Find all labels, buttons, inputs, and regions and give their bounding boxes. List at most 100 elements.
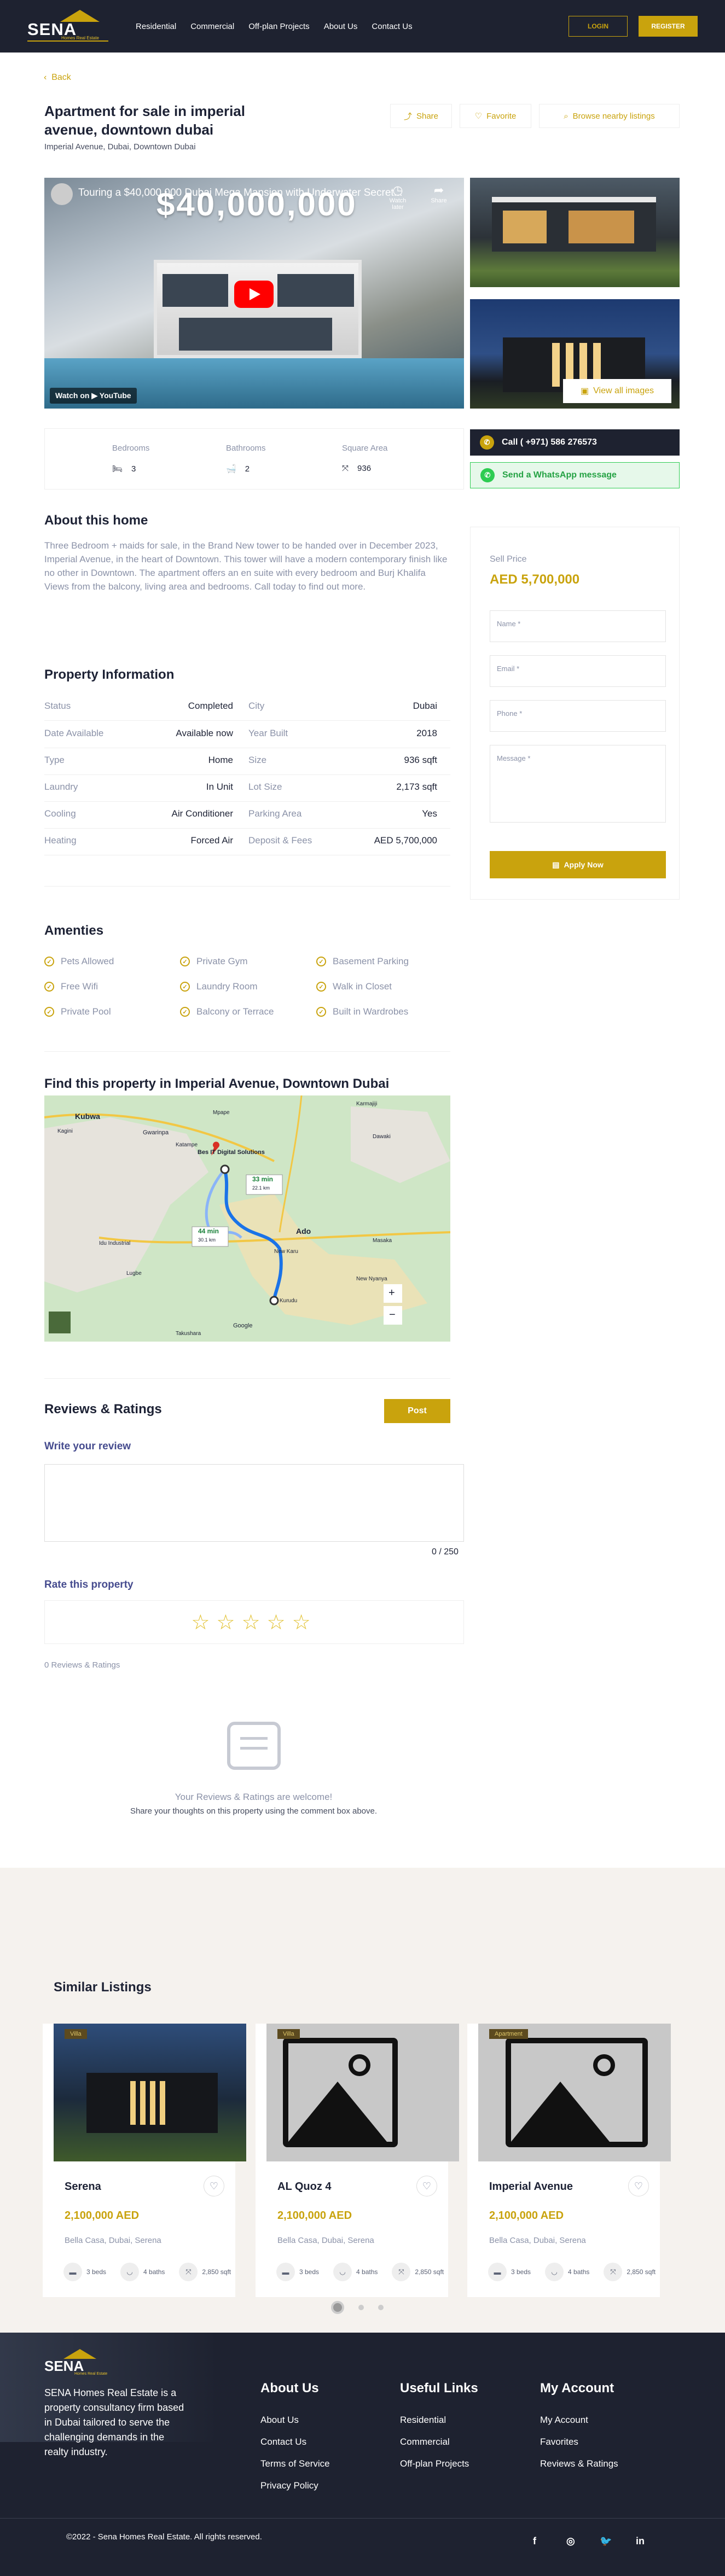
footer-link[interactable]: My Account xyxy=(540,2415,588,2426)
stat-bathrooms: Bathrooms 🛁 2 xyxy=(226,444,266,474)
info-key: Parking Area xyxy=(248,808,302,819)
youtube-video[interactable]: $40,000,000 Touring a $40,000,000 Dubai … xyxy=(44,178,464,409)
amenity-item: ✓ Laundry Room xyxy=(180,981,258,992)
watch-on-youtube[interactable]: Watch on ▶ YouTube xyxy=(50,388,137,404)
video-house-image xyxy=(154,260,362,358)
star-rating[interactable]: ☆☆☆☆☆ xyxy=(44,1600,464,1644)
listing-card[interactable]: Apartment Imperial Avenue ♡ 2,100,000 AED Be… xyxy=(467,2024,671,2297)
listing-photo[interactable] xyxy=(54,2024,246,2161)
info-key: Date Available xyxy=(44,728,104,738)
listing-name[interactable]: AL Quoz 4 xyxy=(277,2181,332,2193)
info-value: 2,173 sqft xyxy=(396,782,437,792)
info-value: Air Conditioner xyxy=(171,808,233,819)
video-title[interactable]: Touring a $40,000,000 Dubai Mega Mansion… xyxy=(78,187,403,199)
bed-icon: 🛏 xyxy=(112,464,123,474)
footer-link[interactable]: Privacy Policy xyxy=(260,2480,318,2491)
whatsapp-icon: ✆ xyxy=(480,468,495,482)
heart-icon[interactable]: ♡ xyxy=(204,2176,224,2196)
footer-about-title: About Us xyxy=(260,2381,319,2396)
listing-features: ▬ 3 beds ◡ 4 baths ⤧ 2,850 sqft xyxy=(488,2263,656,2281)
listing-location: Bella Casa, Dubai, Serena xyxy=(277,2236,374,2245)
register-button[interactable]: REGISTER xyxy=(639,16,698,37)
info-row: Lot Size 2,173 sqft xyxy=(248,782,437,794)
instagram-icon[interactable]: ◎ xyxy=(566,2536,575,2547)
share-button[interactable]: ⤴ Share xyxy=(390,104,452,128)
info-value: 936 sqft xyxy=(404,755,438,765)
zoom-out-button[interactable]: − xyxy=(389,1309,396,1321)
location-map[interactable]: Kubwa Mpape Karmajiji Dawaki Katampe Gwa… xyxy=(44,1095,450,1342)
footer-link[interactable]: Commercial xyxy=(400,2437,450,2447)
channel-avatar[interactable] xyxy=(51,183,73,205)
carousel-dot[interactable] xyxy=(358,2305,364,2310)
footer-link[interactable]: Reviews & Ratings xyxy=(540,2458,618,2469)
heart-icon[interactable]: ♡ xyxy=(628,2176,649,2196)
listing-name[interactable]: Imperial Avenue xyxy=(489,2181,573,2193)
write-review-label: Write your review xyxy=(44,1441,131,1452)
page-title: Apartment for sale in imperial avenue, d… xyxy=(44,103,245,138)
listing-location: Bella Casa, Dubai, Serena xyxy=(489,2236,586,2245)
email-field[interactable]: Email * xyxy=(490,655,666,687)
row-divider xyxy=(44,801,450,802)
nav-link-about[interactable]: About Us xyxy=(324,22,358,31)
facebook-icon[interactable]: f xyxy=(533,2536,536,2547)
footer-link[interactable]: Residential xyxy=(400,2415,446,2426)
top-navbar: SENA Homes Real Estate Residential Comme… xyxy=(0,0,725,53)
empty-reviews-subtitle: Share your thoughts on this property usi… xyxy=(130,1806,378,1816)
footer-link[interactable]: Favorites xyxy=(540,2437,578,2447)
listing-card[interactable]: Villa Serena ♡ 2,100,000 AED Bella Casa, Dub… xyxy=(43,2024,246,2297)
phone-field[interactable]: Phone * xyxy=(490,700,666,732)
share-icon: ⤴ xyxy=(403,112,412,121)
listing-card[interactable]: Villa AL Quoz 4 ♡ 2,100,000 AED Bella Casa, … xyxy=(256,2024,459,2297)
stat-label: Square Area xyxy=(342,444,388,453)
amenity-item: ✓ Private Gym xyxy=(180,956,248,967)
whatsapp-button[interactable]: ✆ Send a WhatsApp message xyxy=(470,462,680,488)
message-field[interactable]: Message * xyxy=(490,745,666,823)
star-rating-icons[interactable]: ☆☆☆☆☆ xyxy=(191,1610,317,1635)
nav-link-contact[interactable]: Contact Us xyxy=(372,22,412,31)
logo[interactable]: SENA Homes Real Estate xyxy=(27,10,108,43)
footer-link[interactable]: About Us xyxy=(260,2415,299,2426)
gallery-image-1[interactable] xyxy=(470,178,680,287)
info-row: City Dubai xyxy=(248,701,437,713)
stat-value: 2 xyxy=(245,464,250,474)
footer-link[interactable]: Off-plan Projects xyxy=(400,2458,469,2469)
footer-logo[interactable]: SENA Homes Real Estate xyxy=(44,2349,125,2382)
linkedin-icon[interactable]: in xyxy=(636,2536,645,2547)
footer-link[interactable]: Terms of Service xyxy=(260,2458,330,2469)
login-button[interactable]: LOGIN xyxy=(569,16,628,37)
carousel-dot[interactable] xyxy=(331,2301,344,2314)
nav-link-residential[interactable]: Residential xyxy=(136,22,176,31)
feature-area: ⤧ 2,850 sqft xyxy=(604,2263,656,2281)
listing-photo[interactable] xyxy=(478,2024,671,2161)
rate-label: Rate this property xyxy=(44,1579,134,1590)
watch-later-button[interactable]: ◷ Watch later xyxy=(384,183,411,211)
apply-now-button[interactable]: ▤ Apply Now xyxy=(490,851,666,878)
listing-name[interactable]: Serena xyxy=(65,2181,101,2193)
listing-price: 2,100,000 AED xyxy=(65,2210,140,2222)
favorite-button[interactable]: ♡ Favorite xyxy=(460,104,531,128)
video-share-button[interactable]: ➦ Share xyxy=(428,183,450,204)
carousel-dot[interactable] xyxy=(378,2305,384,2310)
name-field[interactable]: Name * xyxy=(490,610,666,642)
map-marked-place[interactable]: Bes IT Digital Solutions xyxy=(198,1149,265,1156)
footer-link[interactable]: Contact Us xyxy=(260,2437,306,2447)
search-icon: ⌕ xyxy=(564,111,569,121)
view-all-images-button[interactable]: ▣ View all images xyxy=(563,379,671,403)
phone-icon: ✆ xyxy=(480,435,494,450)
info-row: Year Built 2018 xyxy=(248,728,437,740)
check-circle-icon: ✓ xyxy=(44,1007,54,1017)
nav-link-offplan[interactable]: Off-plan Projects xyxy=(248,22,309,31)
listing-photo[interactable] xyxy=(266,2024,459,2161)
area-icon: ⤧ xyxy=(604,2263,623,2281)
heart-icon[interactable]: ♡ xyxy=(416,2176,437,2196)
nav-link-commercial[interactable]: Commercial xyxy=(190,22,234,31)
play-button-icon[interactable] xyxy=(234,281,274,308)
call-button[interactable]: ✆ Call ( +971) 586 276573 xyxy=(470,429,680,456)
twitter-icon[interactable]: 🐦 xyxy=(600,2536,612,2547)
browse-nearby-button[interactable]: ⌕ Browse nearby listings xyxy=(539,104,680,128)
zoom-in-button[interactable]: + xyxy=(388,1287,395,1299)
stat-value: 3 xyxy=(131,464,136,474)
review-textarea[interactable] xyxy=(44,1464,464,1542)
back-link[interactable]: ‹ Back xyxy=(44,73,71,83)
post-review-button[interactable]: Post xyxy=(384,1399,450,1423)
